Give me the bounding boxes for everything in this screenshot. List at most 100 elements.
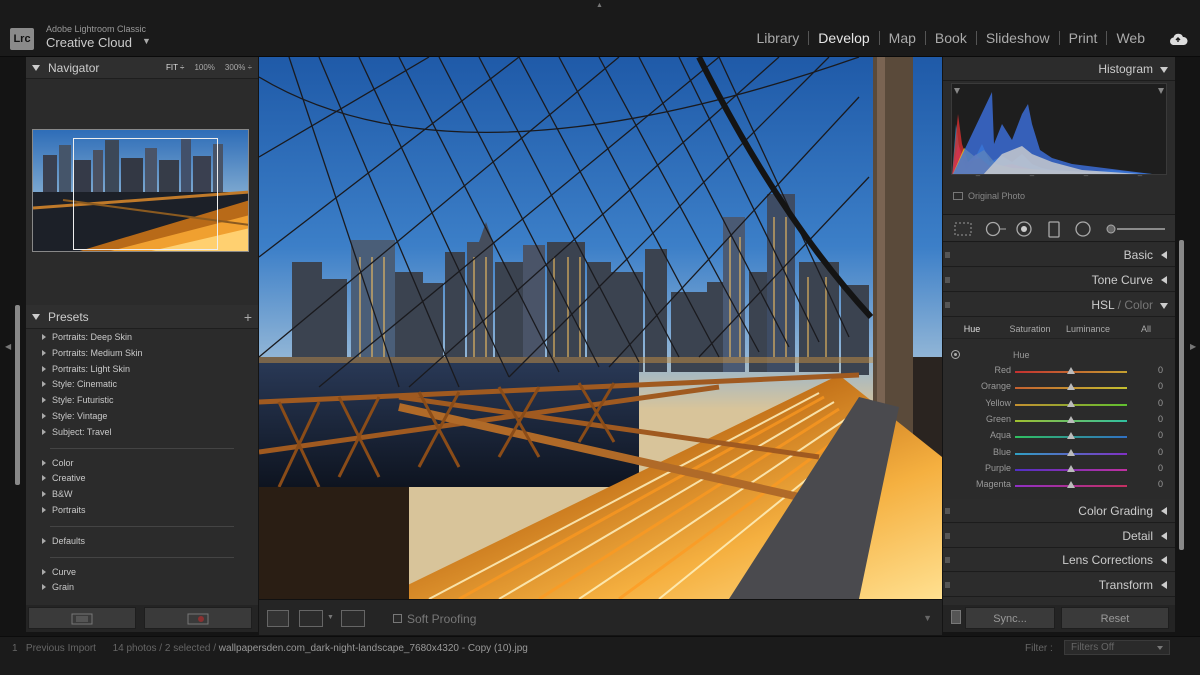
preset-folder[interactable]: Portraits: Light Skin — [26, 362, 258, 378]
tone-curve-panel-header[interactable]: Tone Curve — [943, 268, 1175, 292]
hsl-panel-header[interactable]: HSL / Color — [943, 293, 1175, 317]
hsl-title[interactable]: HSL — [1091, 298, 1114, 312]
panel-switch-icon[interactable] — [945, 302, 950, 308]
color-grading-panel-header[interactable]: Color Grading — [943, 499, 1175, 523]
graduated-filter-icon[interactable] — [1047, 221, 1061, 239]
slider-thumb[interactable] — [1067, 448, 1075, 456]
adjustment-brush-slider-icon[interactable] — [1103, 221, 1167, 237]
histogram-header[interactable]: Histogram — [943, 57, 1175, 81]
original-photo-toggle[interactable]: Original Photo — [953, 191, 1025, 201]
filmstrip-source[interactable]: 1 Previous Import — [12, 643, 96, 654]
preset-folder[interactable]: Portraits: Deep Skin — [26, 330, 258, 346]
slider-thumb[interactable] — [1067, 464, 1075, 472]
module-library[interactable]: Library — [748, 30, 809, 46]
slider-value[interactable]: 0 — [1158, 381, 1163, 391]
hsl-slider-magenta[interactable]: Magenta 0 — [943, 477, 1175, 493]
preset-folder[interactable]: Portraits: Medium Skin — [26, 346, 258, 362]
module-web[interactable]: Web — [1107, 30, 1154, 46]
toolbar-menu-icon[interactable]: ▼ — [923, 613, 932, 623]
preset-folder[interactable]: Grain — [26, 580, 258, 596]
slider-value[interactable]: 0 — [1158, 430, 1163, 440]
chevron-down-icon[interactable]: ▼ — [142, 36, 151, 46]
cloud-sync-icon[interactable] — [1168, 32, 1188, 49]
slider-thumb[interactable] — [1067, 399, 1075, 407]
preset-folder[interactable]: Style: Futuristic — [26, 393, 258, 409]
slider-value[interactable]: 0 — [1158, 398, 1163, 408]
before-after-button[interactable] — [299, 610, 323, 627]
zoom-300[interactable]: 300% ÷ — [225, 57, 252, 79]
slider-thumb[interactable] — [1067, 432, 1075, 440]
panel-switch-icon[interactable] — [945, 508, 950, 514]
radial-filter-icon[interactable] — [1073, 221, 1093, 237]
panel-switch-icon[interactable] — [945, 277, 950, 283]
color-title[interactable]: Color — [1124, 298, 1153, 312]
preset-folder[interactable]: Style: Vintage — [26, 409, 258, 425]
loupe-view-button[interactable] — [267, 610, 289, 627]
transform-panel-header[interactable]: Transform — [943, 573, 1175, 597]
add-preset-icon[interactable]: + — [244, 305, 252, 329]
module-print[interactable]: Print — [1060, 30, 1107, 46]
module-slideshow[interactable]: Slideshow — [977, 30, 1059, 46]
panel-switch-icon[interactable] — [945, 533, 950, 539]
slider-thumb[interactable] — [1067, 415, 1075, 423]
slider-value[interactable]: 0 — [1158, 479, 1163, 489]
panel-switch-icon[interactable] — [945, 582, 950, 588]
photo-canvas[interactable] — [259, 57, 942, 599]
account-name[interactable]: Creative Cloud — [46, 35, 132, 50]
current-filename[interactable]: wallpapersden.com_dark-night-landscape_7… — [219, 643, 528, 654]
preset-folder[interactable]: Portraits — [26, 503, 258, 519]
zoom-100[interactable]: 100% — [194, 57, 214, 79]
hsl-slider-aqua[interactable]: Aqua 0 — [943, 428, 1175, 444]
before-after-dropdown-icon[interactable]: ▼ — [327, 614, 334, 621]
preset-folder[interactable]: Defaults — [26, 534, 258, 550]
tab-saturation[interactable]: Saturation — [1001, 324, 1059, 334]
preset-folder[interactable]: Subject: Travel — [26, 425, 258, 441]
preset-folder[interactable]: Creative — [26, 471, 258, 487]
slider-value[interactable]: 0 — [1158, 463, 1163, 473]
hsl-slider-green[interactable]: Green 0 — [943, 412, 1175, 428]
right-panel-scrollbar[interactable] — [1179, 240, 1184, 550]
soft-proofing-checkbox[interactable] — [393, 614, 402, 623]
slider-thumb[interactable] — [1067, 383, 1075, 391]
red-eye-icon[interactable] — [1015, 221, 1033, 237]
navigator-viewport-rect[interactable] — [73, 138, 218, 250]
basic-panel-header[interactable]: Basic — [943, 243, 1175, 267]
crop-overlay-icon[interactable] — [953, 221, 973, 237]
slider-value[interactable]: 0 — [1158, 414, 1163, 424]
filter-dropdown[interactable]: Filters Off — [1064, 640, 1170, 655]
right-panel-toggle-icon[interactable]: ▶ — [1190, 342, 1196, 351]
copy-settings-button[interactable] — [28, 607, 136, 629]
slider-value[interactable]: 0 — [1158, 447, 1163, 457]
navigator-header[interactable]: Navigator FIT ÷ 100% 300% ÷ — [26, 57, 258, 79]
hsl-slider-blue[interactable]: Blue 0 — [943, 445, 1175, 461]
module-map[interactable]: Map — [880, 30, 925, 46]
swap-settings-button[interactable] — [341, 610, 365, 627]
panel-switch-icon[interactable] — [945, 252, 950, 258]
hsl-slider-purple[interactable]: Purple 0 — [943, 461, 1175, 477]
targeted-adjustment-icon[interactable] — [951, 350, 960, 359]
tab-all[interactable]: All — [1117, 324, 1175, 334]
slider-value[interactable]: 0 — [1158, 365, 1163, 375]
auto-sync-switch[interactable] — [951, 610, 961, 624]
hsl-slider-yellow[interactable]: Yellow 0 — [943, 396, 1175, 412]
navigator-thumbnail[interactable] — [32, 129, 249, 252]
histogram-graph[interactable] — [951, 83, 1167, 175]
slider-thumb[interactable] — [1067, 481, 1075, 489]
preset-folder[interactable]: Color — [26, 456, 258, 472]
module-develop[interactable]: Develop — [809, 30, 878, 46]
reset-button[interactable]: Reset — [1061, 607, 1169, 629]
left-panel-toggle-icon[interactable]: ◀ — [5, 342, 11, 351]
shadow-clip-icon[interactable] — [954, 88, 960, 94]
presets-header[interactable]: Presets + — [26, 305, 258, 329]
spot-removal-icon[interactable] — [983, 221, 1007, 237]
tab-luminance[interactable]: Luminance — [1059, 324, 1117, 334]
panel-switch-icon[interactable] — [945, 557, 950, 563]
highlight-clip-icon[interactable] — [1158, 88, 1164, 94]
preset-folder[interactable]: Style: Cinematic — [26, 377, 258, 393]
detail-panel-header[interactable]: Detail — [943, 524, 1175, 548]
left-panel-scrollbar[interactable] — [15, 305, 20, 485]
module-book[interactable]: Book — [926, 30, 976, 46]
tab-hue[interactable]: Hue — [943, 324, 1001, 334]
lens-corrections-panel-header[interactable]: Lens Corrections — [943, 548, 1175, 572]
zoom-fit[interactable]: FIT ÷ — [166, 57, 184, 79]
